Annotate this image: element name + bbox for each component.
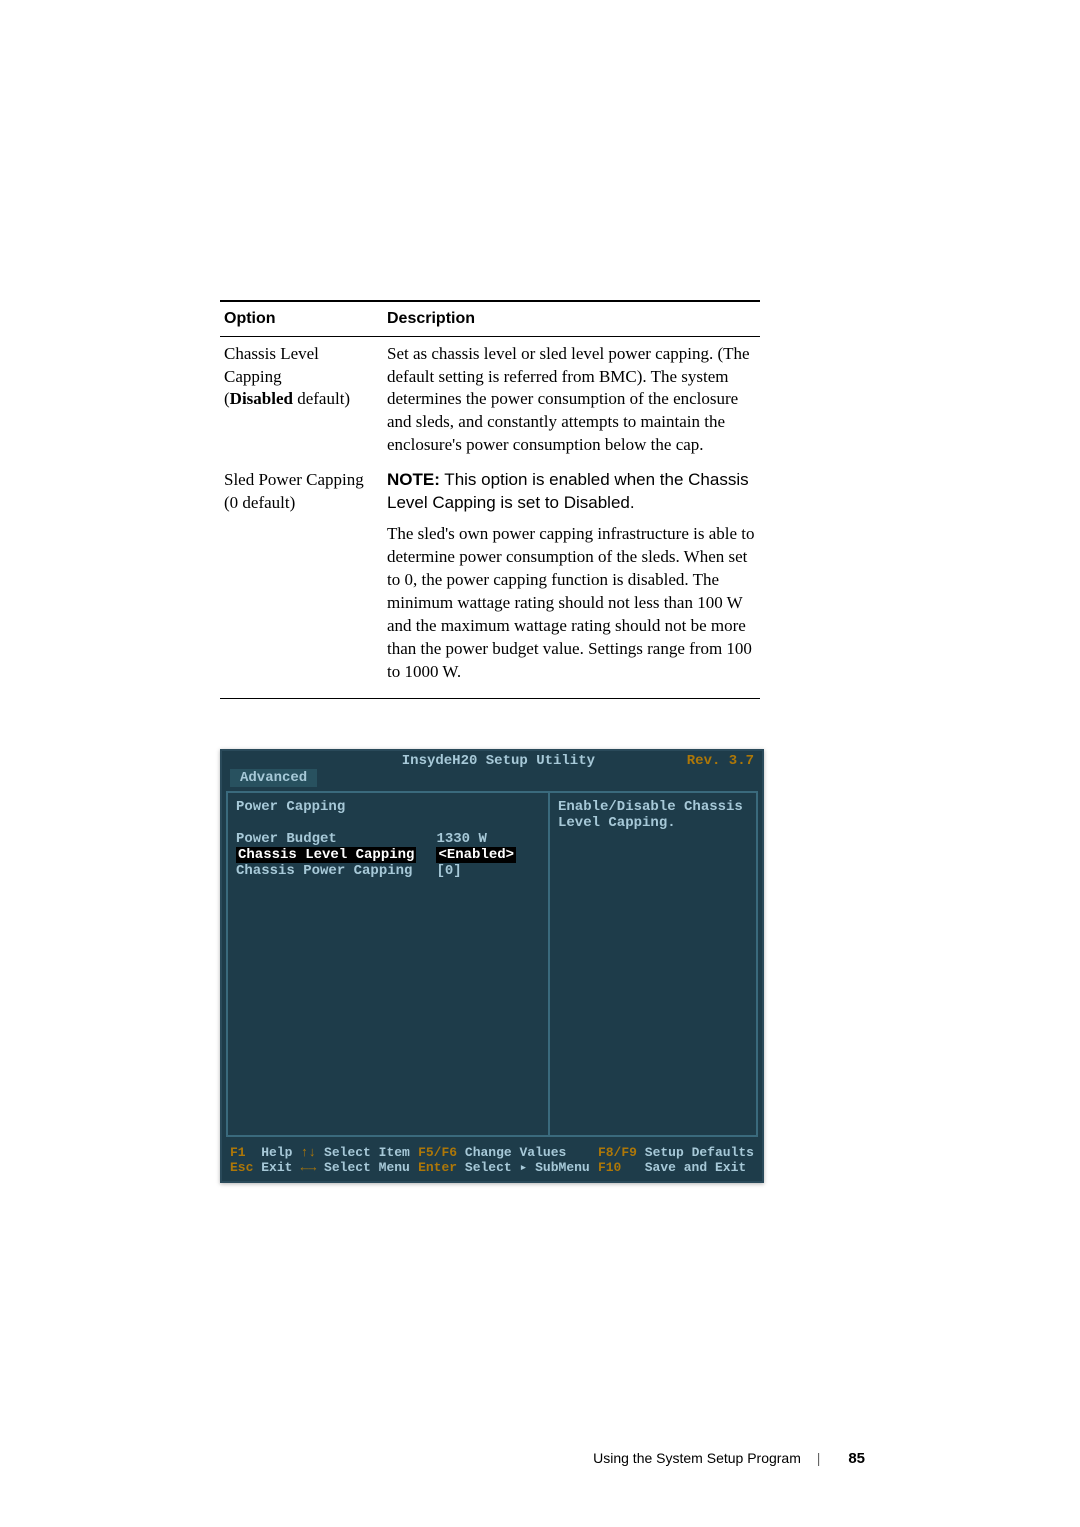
bios-selected-item: Chassis Level Capping — [236, 847, 416, 863]
bios-revision: Rev. 3.7 — [687, 753, 754, 769]
page: Option Description Chassis Level Capping… — [0, 0, 1080, 1527]
leftright-key: ←→ — [301, 1160, 317, 1175]
esc-key: Esc — [230, 1160, 253, 1175]
change-values-hint: Change Values — [465, 1145, 566, 1160]
bios-help-text: Level Capping. — [558, 815, 748, 831]
save-exit-hint: Save and Exit — [645, 1160, 746, 1175]
bios-title: InsydeH20 Setup Utility — [310, 753, 687, 769]
table-header-description: Description — [383, 301, 760, 336]
note-line: NOTE: This option is enabled when the Ch… — [387, 469, 756, 515]
submenu-hint: Select ▸ SubMenu — [465, 1160, 590, 1175]
f1-key: F1 — [230, 1145, 246, 1160]
option-default-bold: Disabled — [230, 389, 293, 408]
defaults-hint: Setup Defaults — [645, 1145, 754, 1160]
note-body: This option is enabled when the Chassis … — [387, 470, 749, 512]
enter-key: Enter — [418, 1160, 457, 1175]
option-sub: (0 default) — [224, 493, 295, 512]
description-cell: NOTE: This option is enabled when the Ch… — [383, 463, 760, 698]
bios-item-label[interactable]: Power Budget — [236, 831, 416, 847]
bios-footer-col: ↑↓ Select Item ←→ Select Menu — [301, 1145, 410, 1175]
table-header-option: Option — [220, 301, 383, 336]
bios-item-value[interactable]: [0] — [436, 863, 516, 879]
bios-selected-value: <Enabled> — [436, 847, 516, 863]
bios-item-value: 1330 W — [436, 831, 516, 847]
bios-item-label[interactable]: Chassis Level Capping — [236, 847, 416, 863]
bios-item-label[interactable]: Chassis Power Capping — [236, 863, 416, 879]
bios-item-value[interactable]: <Enabled> — [436, 847, 516, 863]
bios-labels-col: Power Budget Chassis Level Capping Chass… — [236, 831, 416, 879]
bios-values-col: 1330 W <Enabled> [0] — [436, 831, 516, 879]
description-cell: Set as chassis level or sled level power… — [383, 336, 760, 463]
exit-hint: Exit — [261, 1160, 292, 1175]
option-name: Chassis Level Capping — [224, 344, 319, 386]
footer-section: Using the System Setup Program — [593, 1450, 801, 1466]
bios-footer: F1 Help Esc Exit ↑↓ Select Item ←→ Selec… — [222, 1141, 762, 1181]
bios-left-pane: Power Capping Power Budget Chassis Level… — [226, 791, 548, 1137]
f5f6-key: F5/F6 — [418, 1145, 457, 1160]
note-prefix: NOTE: — [387, 470, 440, 489]
bios-footer-col: F8/F9 Setup Defaults F10 Save and Exit — [598, 1145, 754, 1175]
bios-footer-col: F1 Help Esc Exit — [230, 1145, 292, 1175]
f8f9-key: F8/F9 — [598, 1145, 637, 1160]
bios-items: Power Budget Chassis Level Capping Chass… — [236, 831, 540, 879]
help-hint: Help — [261, 1145, 292, 1160]
bios-help-pane: Enable/Disable Chassis Level Capping. — [548, 791, 758, 1137]
tab-advanced[interactable]: Advanced — [230, 769, 317, 787]
select-menu-hint: Select Menu — [324, 1160, 410, 1175]
page-footer: Using the System Setup Program | 85 — [0, 1450, 1080, 1467]
options-table: Option Description Chassis Level Capping… — [220, 300, 760, 699]
f10-key: F10 — [598, 1160, 621, 1175]
footer-page-number: 85 — [848, 1450, 865, 1467]
option-name: Sled Power Capping — [224, 470, 364, 489]
table-row: Sled Power Capping (0 default) NOTE: Thi… — [220, 463, 760, 698]
bios-footer-col: F5/F6 Change Values Enter Select ▸ SubMe… — [418, 1145, 590, 1175]
bios-titlebar: InsydeH20 Setup Utility Rev. 3.7 — [222, 751, 762, 769]
description-text: The sled's own power capping infrastruct… — [387, 523, 756, 684]
option-default-tail: default) — [293, 389, 350, 408]
option-cell: Sled Power Capping (0 default) — [220, 463, 383, 698]
bios-section-heading: Power Capping — [236, 799, 540, 815]
bios-body: Power Capping Power Budget Chassis Level… — [226, 791, 758, 1137]
table-row: Chassis Level Capping (Disabled default)… — [220, 336, 760, 463]
option-cell: Chassis Level Capping (Disabled default) — [220, 336, 383, 463]
updown-key: ↑↓ — [301, 1145, 317, 1160]
bios-screenshot: InsydeH20 Setup Utility Rev. 3.7 Advance… — [220, 749, 764, 1183]
bios-tab-row: Advanced — [222, 769, 762, 791]
select-item-hint: Select Item — [324, 1145, 410, 1160]
footer-separator: | — [817, 1450, 821, 1466]
bios-help-text: Enable/Disable Chassis — [558, 799, 748, 815]
